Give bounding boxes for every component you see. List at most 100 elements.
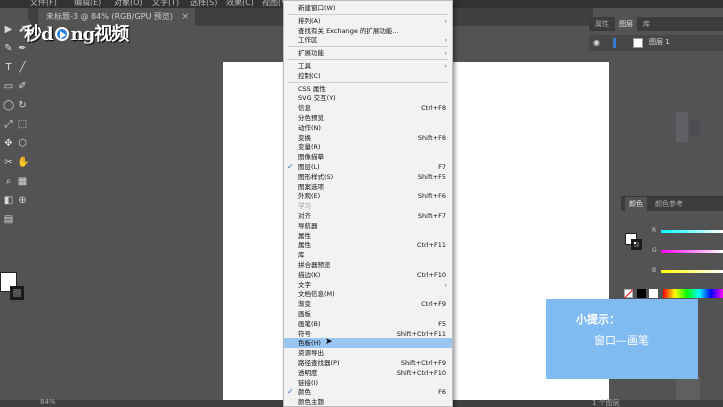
- shape-builder-tool-icon[interactable]: ⬡: [17, 138, 28, 149]
- menu-item[interactable]: 画板: [284, 309, 452, 319]
- menu-item-label: 路径查找器(P): [298, 359, 340, 367]
- menu-item[interactable]: 扩展功能 ›: [284, 48, 452, 58]
- submenu-arrow-icon: ›: [444, 62, 447, 70]
- menubar-item[interactable]: 对象(O): [114, 0, 143, 8]
- tab-layers[interactable]: 图层: [615, 17, 637, 31]
- menu-item[interactable]: 颜色主题: [284, 397, 452, 406]
- menu-item[interactable]: 资源导出: [284, 348, 452, 358]
- menu-item-label: 描边(K): [298, 270, 321, 279]
- tab-libraries[interactable]: 库: [639, 17, 654, 31]
- submenu-arrow-icon: ›: [444, 280, 447, 289]
- zoom-tool-icon[interactable]: ⌕: [3, 176, 14, 187]
- menu-item[interactable]: ✓ 颜色 F6: [284, 387, 452, 397]
- menu-item-label: 符号: [298, 329, 311, 338]
- menu-item[interactable]: 文档信息(M): [284, 289, 452, 299]
- menu-item[interactable]: 色板(H): [284, 338, 452, 349]
- menu-item[interactable]: 图案选项: [284, 182, 452, 192]
- menu-item[interactable]: CSS 属性: [284, 84, 452, 94]
- scissors-tool-icon[interactable]: ✂: [3, 157, 14, 168]
- menu-item[interactable]: 属性 Ctrl+F11: [284, 240, 452, 250]
- menu-item[interactable]: 链接(I): [284, 378, 452, 388]
- black-swatch[interactable]: [637, 289, 646, 298]
- menu-item[interactable]: 控制(C): [284, 71, 452, 81]
- menu-item-label: 画板: [298, 310, 311, 318]
- close-tab-icon[interactable]: ×: [181, 8, 189, 26]
- menu-item-label: 分色预览: [298, 114, 324, 122]
- menu-item[interactable]: ✓ 图层(L) F7: [284, 162, 452, 172]
- menu-item[interactable]: 新建窗口(W): [284, 3, 452, 13]
- menu-item[interactable]: 外观(E) Shift+F6: [284, 191, 452, 201]
- menu-item[interactable]: 拼合器预览: [284, 260, 452, 270]
- type-tool-icon[interactable]: T: [3, 62, 14, 73]
- menu-item[interactable]: 描边(K) Ctrl+F10: [284, 270, 452, 280]
- menu-item-shortcut: Ctrl+F9: [421, 300, 446, 309]
- menu-item-shortcut: F7: [438, 163, 446, 171]
- menu-item[interactable]: 透明度 Shift+Ctrl+F10: [284, 368, 452, 378]
- layer-thumbnail: [633, 38, 643, 48]
- color-stroke-swatch[interactable]: [631, 239, 642, 250]
- layer-name: 图层 1: [649, 38, 670, 46]
- menubar-item[interactable]: 文字(T): [152, 0, 179, 8]
- tab-color[interactable]: 颜色: [625, 197, 647, 211]
- pen-tool-icon[interactable]: ✎: [3, 43, 14, 54]
- shaper-tool-icon[interactable]: ◯: [3, 100, 14, 111]
- artboard-tool-icon[interactable]: ▤: [3, 214, 14, 225]
- menu-item[interactable]: 画笔(B) F5: [284, 319, 452, 329]
- menu-item[interactable]: 学习: [284, 201, 452, 211]
- menu-item[interactable]: 查找有关 Exchange 的扩展功能...: [284, 26, 452, 36]
- green-slider[interactable]: [661, 250, 723, 253]
- menubar-item[interactable]: 选择(S): [190, 0, 217, 8]
- menu-item[interactable]: 路径查找器(P) Shift+Ctrl+F9: [284, 358, 452, 368]
- puppet-warp-tool-icon[interactable]: ✥: [3, 138, 14, 149]
- stroke-swatch[interactable]: [10, 286, 24, 300]
- white-swatch[interactable]: [649, 289, 658, 298]
- menu-item[interactable]: 变换 Shift+F8: [284, 133, 452, 143]
- menu-separator: [288, 59, 448, 60]
- rotate-tool-icon[interactable]: ↻: [17, 100, 28, 111]
- paintbrush-tool-icon[interactable]: ✐: [17, 81, 28, 92]
- menu-item[interactable]: SVG 交互(Y): [284, 93, 452, 103]
- gradient-tool-icon[interactable]: ◧: [3, 195, 14, 206]
- menu-item[interactable]: 渐变 Ctrl+F9: [284, 299, 452, 309]
- menu-item[interactable]: 图像描摹: [284, 152, 452, 162]
- rectangle-tool-icon[interactable]: ▭: [3, 81, 14, 92]
- line-tool-icon[interactable]: ╱: [17, 62, 28, 73]
- hand-tool-icon[interactable]: ✋: [17, 157, 29, 168]
- menu-item[interactable]: 信息 Ctrl+F8: [284, 103, 452, 113]
- menu-item[interactable]: 工作区 ›: [284, 35, 452, 45]
- menu-item-label: 图形样式(S): [298, 172, 334, 181]
- graph-tool-icon[interactable]: ▦: [17, 176, 28, 187]
- slider-label-r: R: [652, 227, 657, 234]
- menu-item-label: 外观(E): [298, 192, 321, 201]
- menu-item[interactable]: 图形样式(S) Shift+F5: [284, 172, 452, 182]
- none-swatch[interactable]: [624, 289, 633, 298]
- scale-tool-icon[interactable]: ⤢: [3, 119, 14, 130]
- menu-item[interactable]: 属性: [284, 231, 452, 241]
- layers-panel: 属性 图层 库 ◉ 图层 1: [589, 17, 723, 61]
- free-transform-tool-icon[interactable]: ⬚: [17, 119, 28, 130]
- menu-item[interactable]: 文字 ›: [284, 280, 452, 290]
- menu-item[interactable]: 动作(N): [284, 123, 452, 133]
- red-slider[interactable]: [661, 230, 723, 233]
- blue-slider[interactable]: [661, 270, 723, 273]
- menubar-item[interactable]: 编辑(E): [74, 0, 101, 8]
- zoom-level[interactable]: 84%: [40, 398, 56, 406]
- tab-properties[interactable]: 属性: [591, 17, 613, 31]
- menu-item[interactable]: 工具 ›: [284, 61, 452, 71]
- menubar-item[interactable]: 效果(C): [226, 0, 254, 8]
- color-spectrum[interactable]: [663, 289, 723, 298]
- menu-item-shortcut: Shift+F7: [417, 212, 446, 220]
- eye-icon[interactable]: ◉: [593, 38, 600, 47]
- menu-item[interactable]: 库: [284, 250, 452, 260]
- menu-item[interactable]: 变量(R): [284, 142, 452, 152]
- tab-color-guide[interactable]: 颜色参考: [651, 197, 687, 211]
- selection-tool-icon[interactable]: ▶: [3, 24, 14, 35]
- menubar-item[interactable]: 文件(F): [30, 0, 57, 8]
- menu-item[interactable]: 对齐 Shift+F7: [284, 211, 452, 221]
- symbol-sprayer-tool-icon[interactable]: ⊕: [17, 195, 28, 206]
- menu-item[interactable]: 符号 Shift+Ctrl+F11: [284, 329, 452, 339]
- menu-item[interactable]: 排列(A) ›: [284, 16, 452, 26]
- menu-item[interactable]: 导航器: [284, 221, 452, 231]
- layer-row[interactable]: ◉ 图层 1: [589, 35, 723, 51]
- menu-item[interactable]: 分色预览: [284, 113, 452, 123]
